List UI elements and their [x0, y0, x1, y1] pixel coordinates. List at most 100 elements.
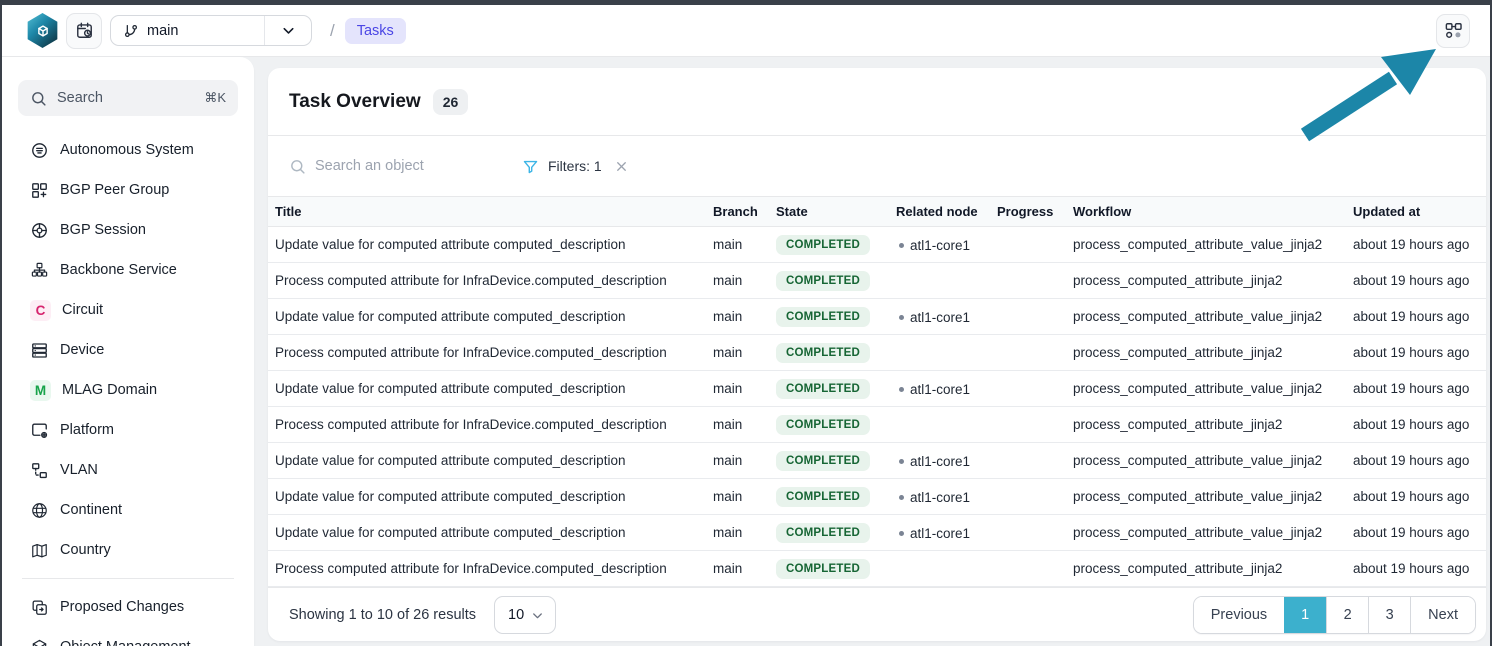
pagination-next[interactable]: Next [1410, 597, 1475, 633]
sidebar-item-country[interactable]: Country [18, 530, 238, 570]
sidebar-item-label: BGP Session [60, 222, 146, 238]
branch-selector-chevron[interactable] [265, 22, 311, 39]
related-node[interactable]: atl1-core1 [899, 238, 970, 253]
table-row[interactable]: Update value for computed attribute comp… [268, 515, 1486, 551]
table-row[interactable]: Process computed attribute for InfraDevi… [268, 335, 1486, 371]
schema-button[interactable] [1436, 14, 1470, 48]
sidebar-item-proposed-changes[interactable]: Proposed Changes [18, 587, 238, 627]
status-badge: COMPLETED [776, 451, 870, 471]
task-overview-card: Task Overview 26 Search an object Filter… [268, 68, 1486, 641]
node-dot-icon [899, 243, 904, 248]
card-footer: Showing 1 to 10 of 26 results 10 Previou… [268, 587, 1486, 641]
object-search-input[interactable]: Search an object [289, 158, 494, 175]
sidebar-item-label: Proposed Changes [60, 599, 184, 615]
related-node[interactable]: atl1-core1 [899, 310, 970, 325]
sidebar-item-autonomous-system[interactable]: Autonomous System [18, 130, 238, 170]
table-row[interactable]: Update value for computed attribute comp… [268, 299, 1486, 335]
table-row[interactable]: Process computed attribute for InfraDevi… [268, 407, 1486, 443]
sidebar-item-bgp-session[interactable]: BGP Session [18, 210, 238, 250]
cell-related-node: atl1-core1 [896, 380, 997, 397]
related-node[interactable]: atl1-core1 [899, 490, 970, 505]
column-header-state: State [776, 204, 896, 219]
cell-branch: main [713, 489, 776, 504]
cell-updated-at: about 19 hours ago [1353, 561, 1486, 576]
sidebar-item-label: Backbone Service [60, 262, 177, 278]
status-badge: COMPLETED [776, 343, 870, 363]
table-row[interactable]: Update value for computed attribute comp… [268, 479, 1486, 515]
sidebar-item-circuit[interactable]: C Circuit [18, 290, 238, 330]
cell-title: Process computed attribute for InfraDevi… [268, 345, 713, 360]
cell-updated-at: about 19 hours ago [1353, 381, 1486, 396]
app-header: main / Tasks [2, 5, 1490, 57]
cell-branch: main [713, 309, 776, 324]
cell-related-node: atl1-core1 [896, 236, 997, 253]
status-badge: COMPLETED [776, 559, 870, 579]
task-table-body: Update value for computed attribute comp… [268, 227, 1486, 587]
cell-workflow: process_computed_attribute_jinja2 [1073, 273, 1353, 288]
pagination-page-1[interactable]: 1 [1284, 597, 1326, 633]
bgp-peer-group-icon [30, 181, 49, 200]
sidebar-nav: Autonomous System BGP Peer Group BGP Ses… [18, 130, 238, 570]
sidebar-search-placeholder: Search [57, 90, 204, 106]
vlan-icon [30, 461, 49, 480]
table-row[interactable]: Update value for computed attribute comp… [268, 371, 1486, 407]
table-row[interactable]: Process computed attribute for InfraDevi… [268, 551, 1486, 587]
pagination-page-3[interactable]: 3 [1368, 597, 1410, 633]
related-node[interactable]: atl1-core1 [899, 382, 970, 397]
sidebar-footer-nav: Proposed Changes Object Management [18, 587, 238, 646]
cell-workflow: process_computed_attribute_jinja2 [1073, 561, 1353, 576]
node-dot-icon [899, 531, 904, 536]
pagination-previous[interactable]: Previous [1194, 597, 1284, 633]
sidebar-item-mlag-domain[interactable]: M MLAG Domain [18, 370, 238, 410]
sidebar-item-backbone-service[interactable]: Backbone Service [18, 250, 238, 290]
cell-title: Process computed attribute for InfraDevi… [268, 561, 713, 576]
task-count-badge: 26 [433, 89, 469, 115]
table-row[interactable]: Update value for computed attribute comp… [268, 443, 1486, 479]
sidebar-item-vlan[interactable]: VLAN [18, 450, 238, 490]
related-node[interactable]: atl1-core1 [899, 526, 970, 541]
cell-branch: main [713, 453, 776, 468]
app-logo[interactable] [26, 13, 59, 48]
cell-updated-at: about 19 hours ago [1353, 345, 1486, 360]
sidebar-item-device[interactable]: Device [18, 330, 238, 370]
table-row[interactable]: Update value for computed attribute comp… [268, 227, 1486, 263]
cell-branch: main [713, 417, 776, 432]
breadcrumb-tasks[interactable]: Tasks [345, 18, 406, 44]
branch-selector[interactable]: main [110, 15, 312, 46]
sidebar-search[interactable]: Search ⌘K [18, 80, 238, 116]
column-header-updated-at: Updated at [1353, 204, 1486, 219]
search-icon [289, 158, 306, 175]
status-badge: COMPLETED [776, 415, 870, 435]
time-travel-button[interactable] [66, 13, 102, 49]
cell-state: COMPLETED [776, 235, 896, 255]
sidebar: Search ⌘K Autonomous System BGP Peer Gro… [2, 57, 254, 646]
cell-title: Update value for computed attribute comp… [268, 525, 713, 540]
column-header-title: Title [268, 204, 713, 219]
related-node[interactable]: atl1-core1 [899, 454, 970, 469]
cell-workflow: process_computed_attribute_value_jinja2 [1073, 453, 1353, 468]
cell-related-node: atl1-core1 [896, 524, 997, 541]
cell-branch: main [713, 345, 776, 360]
sidebar-item-bgp-peer-group[interactable]: BGP Peer Group [18, 170, 238, 210]
sidebar-item-continent[interactable]: Continent [18, 490, 238, 530]
table-row[interactable]: Process computed attribute for InfraDevi… [268, 263, 1486, 299]
pagination-page-2[interactable]: 2 [1326, 597, 1368, 633]
window-frame-top [0, 0, 1492, 5]
column-header-branch: Branch [713, 204, 776, 219]
mlag-letter-icon: M [30, 380, 51, 401]
clear-filters-button[interactable] [614, 159, 629, 174]
sidebar-item-object-management[interactable]: Object Management [18, 627, 238, 646]
sidebar-item-platform[interactable]: Platform [18, 410, 238, 450]
cell-title: Update value for computed attribute comp… [268, 453, 713, 468]
cell-updated-at: about 19 hours ago [1353, 417, 1486, 432]
cell-state: COMPLETED [776, 271, 896, 291]
node-dot-icon [899, 387, 904, 392]
cell-workflow: process_computed_attribute_jinja2 [1073, 345, 1353, 360]
continent-icon [30, 501, 49, 520]
calendar-clock-icon [75, 21, 94, 40]
cell-workflow: process_computed_attribute_value_jinja2 [1073, 381, 1353, 396]
cell-updated-at: about 19 hours ago [1353, 453, 1486, 468]
backbone-service-icon [30, 261, 49, 280]
status-badge: COMPLETED [776, 379, 870, 399]
page-size-select[interactable]: 10 [494, 596, 556, 634]
